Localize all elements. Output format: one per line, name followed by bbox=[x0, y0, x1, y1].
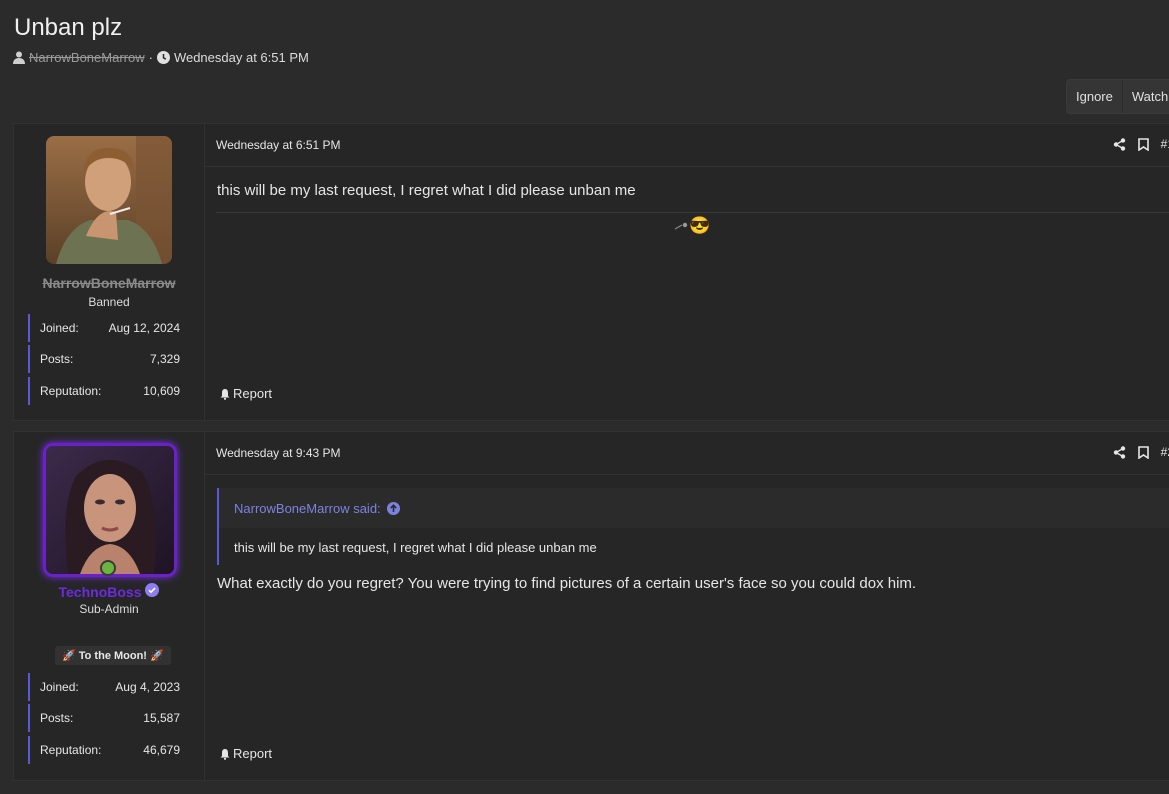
thread-date[interactable]: Wednesday at 6:51 PM bbox=[174, 50, 309, 65]
post-number[interactable]: #2 bbox=[1161, 445, 1169, 459]
user-title: Sub-Admin bbox=[79, 602, 139, 616]
report-label: Report bbox=[233, 386, 273, 401]
stat-value: Aug 4, 2023 bbox=[115, 680, 180, 694]
stat-label: Joined: bbox=[40, 321, 79, 335]
share-icon[interactable] bbox=[1113, 137, 1126, 151]
report-button[interactable]: Report bbox=[219, 746, 272, 761]
report-button[interactable]: Report bbox=[219, 386, 272, 401]
report-label: Report bbox=[233, 746, 273, 761]
stat-reputation: Reputation: 10,609 bbox=[28, 377, 190, 405]
stat-value: 15,587 bbox=[143, 711, 180, 725]
post-user-cell: TechnoBoss Sub-Admin 🚀 To the Moon! 🚀 Jo… bbox=[14, 432, 205, 780]
avatar[interactable] bbox=[43, 443, 177, 577]
post-number[interactable]: #1 bbox=[1161, 137, 1169, 151]
avatar[interactable] bbox=[46, 136, 172, 264]
stat-value: Aug 12, 2024 bbox=[108, 321, 180, 335]
username[interactable]: NarrowBoneMarrow bbox=[14, 275, 204, 291]
share-icon[interactable] bbox=[1113, 445, 1126, 459]
stat-reputation: Reputation: 46,679 bbox=[28, 736, 190, 764]
arrow-up-circle-icon bbox=[386, 502, 400, 515]
signature: 😎 bbox=[674, 216, 710, 236]
signature-decoration-icon bbox=[674, 222, 688, 230]
bell-icon bbox=[220, 388, 230, 400]
stat-label: Posts: bbox=[40, 352, 74, 366]
thread-meta: NarrowBoneMarrow · Wednesday at 6:51 PM bbox=[13, 50, 309, 65]
stat-posts: Posts: 15,587 bbox=[28, 704, 190, 732]
ignore-button[interactable]: Ignore bbox=[1067, 80, 1122, 113]
bookmark-icon[interactable] bbox=[1137, 445, 1149, 459]
signature-emoji: 😎 bbox=[689, 216, 711, 235]
stat-joined: Joined: Aug 12, 2024 bbox=[28, 314, 190, 342]
bookmark-icon[interactable] bbox=[1137, 137, 1149, 151]
username-link[interactable]: TechnoBoss bbox=[59, 584, 142, 600]
online-indicator bbox=[100, 560, 116, 576]
clock-icon bbox=[156, 51, 170, 64]
stat-label: Reputation: bbox=[40, 384, 102, 398]
quote-author-link[interactable]: NarrowBoneMarrow said: bbox=[234, 501, 400, 516]
watch-button[interactable]: Watch bbox=[1121, 80, 1169, 113]
thread-author-link[interactable]: NarrowBoneMarrow bbox=[29, 50, 145, 65]
stat-label: Joined: bbox=[40, 680, 79, 694]
header-divider bbox=[204, 166, 1169, 167]
post-user-cell: NarrowBoneMarrow Banned Joined: Aug 12, … bbox=[14, 124, 205, 420]
quote-block: NarrowBoneMarrow said: this will be my l… bbox=[217, 488, 1169, 565]
quote-body: this will be my last request, I regret w… bbox=[219, 528, 1169, 565]
post-date[interactable]: Wednesday at 9:43 PM bbox=[216, 446, 341, 460]
username: TechnoBoss bbox=[14, 583, 204, 600]
stat-joined: Joined: Aug 4, 2023 bbox=[28, 673, 190, 701]
post-1: NarrowBoneMarrow Banned Joined: Aug 12, … bbox=[13, 123, 1169, 421]
stat-value: 7,329 bbox=[149, 352, 180, 366]
stat-value: 46,679 bbox=[143, 743, 180, 757]
meta-separator: · bbox=[148, 50, 153, 65]
post-date[interactable]: Wednesday at 6:51 PM bbox=[216, 138, 341, 152]
thread-actions: Ignore Watch bbox=[1066, 79, 1169, 114]
bell-icon bbox=[220, 748, 230, 760]
post-message: this will be my last request, I regret w… bbox=[217, 182, 636, 199]
user-title: Banned bbox=[88, 295, 130, 309]
post-actions: #2 bbox=[1113, 445, 1169, 459]
user-banner: 🚀 To the Moon! 🚀 bbox=[55, 646, 171, 665]
post-actions: #1 bbox=[1113, 137, 1169, 151]
thread-title: Unban plz bbox=[14, 14, 123, 41]
user-icon bbox=[13, 51, 25, 64]
verified-badge-icon bbox=[145, 583, 160, 600]
header-divider bbox=[204, 474, 1169, 475]
post-2: TechnoBoss Sub-Admin 🚀 To the Moon! 🚀 Jo… bbox=[13, 431, 1169, 781]
stat-label: Reputation: bbox=[40, 743, 102, 757]
stat-label: Posts: bbox=[40, 711, 74, 725]
post-message: What exactly do you regret? You were try… bbox=[217, 575, 917, 592]
stat-value: 10,609 bbox=[143, 384, 180, 398]
stat-posts: Posts: 7,329 bbox=[28, 345, 190, 373]
quote-author: NarrowBoneMarrow said: bbox=[234, 501, 381, 516]
quote-text: this will be my last request, I regret w… bbox=[234, 540, 597, 555]
signature-divider bbox=[216, 212, 1169, 213]
